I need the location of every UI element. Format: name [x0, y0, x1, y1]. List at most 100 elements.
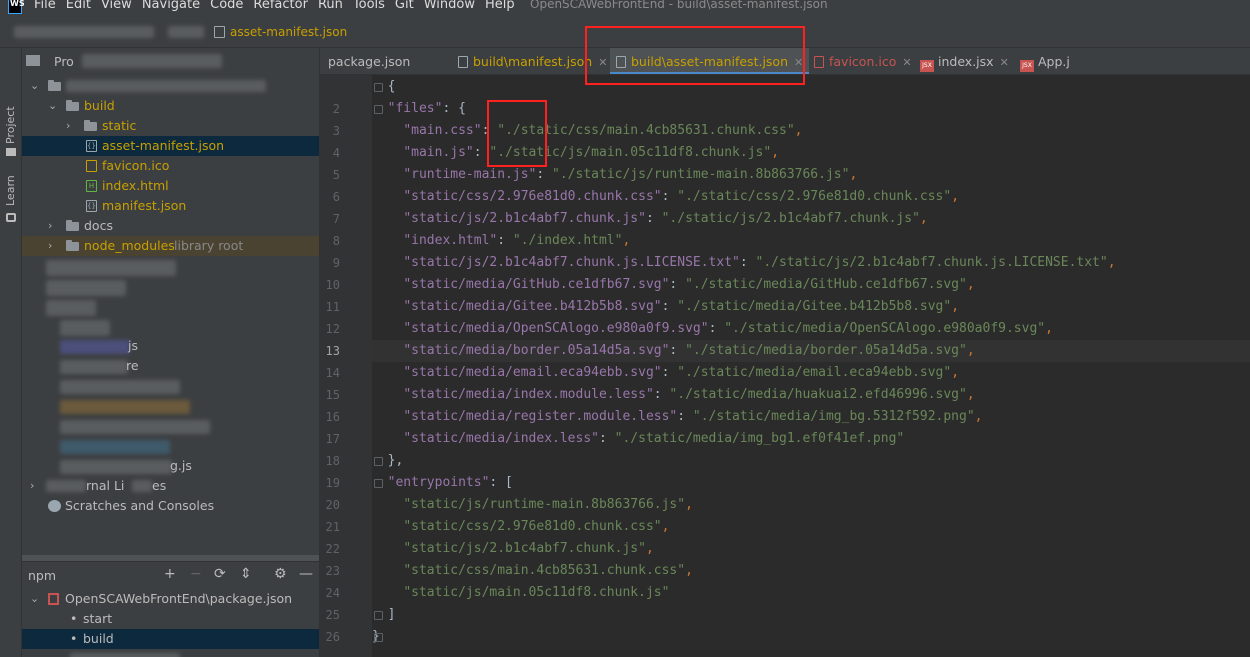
breadcrumb-current-file[interactable]: asset-manifest.json — [230, 25, 347, 39]
tree-row-asset-manifest[interactable]: {} asset-manifest.json — [22, 136, 319, 156]
code-line: "index.html": "./index.html", — [372, 230, 1250, 252]
blurred-tree-item — [46, 480, 86, 492]
menu-navigate[interactable]: Navigate — [142, 0, 200, 12]
project-tool-label: Project — [4, 106, 17, 144]
json-colon: : — [653, 387, 670, 402]
menu-window[interactable]: Window — [424, 0, 475, 12]
blurred-breadcrumb — [168, 26, 204, 38]
npm-panel-title: npm — [28, 568, 57, 583]
library-root-label: library root — [174, 238, 244, 253]
tree-row-scratches[interactable]: Scratches and Consoles — [22, 496, 319, 516]
project-tool-tab[interactable]: Project — [2, 96, 20, 148]
bullet-icon: • — [70, 631, 78, 646]
blurred-tree-item — [60, 360, 128, 374]
tab-app-jsx[interactable]: JSX App.j — [1020, 48, 1070, 74]
tree-label: rnal Li — [86, 478, 125, 493]
menu-tools[interactable]: Tools — [353, 0, 385, 12]
menu-edit[interactable]: Edit — [66, 0, 91, 12]
hide-icon[interactable]: — — [299, 566, 313, 582]
add-icon[interactable]: + — [164, 566, 176, 582]
close-icon[interactable]: ✕ — [1000, 56, 1009, 69]
chevron-right-icon: › — [66, 119, 71, 132]
json-comma: , — [951, 365, 960, 380]
json-value: "./static/media/email.eca94ebb.svg" — [677, 365, 952, 380]
close-icon[interactable]: ✕ — [902, 56, 911, 69]
fold-marker-icon — [374, 457, 383, 466]
tree-row-node-modules[interactable]: › node_modules library root — [22, 236, 319, 256]
json-key: "entrypoints" — [387, 475, 490, 490]
project-view-icon — [26, 55, 40, 66]
code-line: "static/js/main.05c11df8.chunk.js" — [372, 582, 1250, 604]
tree-row-manifest[interactable]: {} manifest.json — [22, 196, 319, 216]
menu-help[interactable]: Help — [485, 0, 515, 12]
npm-icon — [48, 593, 59, 605]
json-value: "static/css/main.4cb85631.chunk.css" — [403, 563, 686, 578]
menu-run[interactable]: Run — [318, 0, 343, 12]
annotation-box-paths — [487, 100, 547, 167]
tab-label: index.jsx — [938, 54, 994, 69]
menu-code[interactable]: Code — [210, 0, 243, 12]
gear-icon[interactable]: ⚙ — [274, 566, 287, 582]
tree-row-root[interactable]: ⌄ — [22, 76, 319, 96]
tab-favicon[interactable]: favicon.ico ✕ — [814, 48, 912, 74]
line-number: 12 — [325, 322, 340, 336]
menu-file[interactable]: File — [34, 0, 56, 12]
json-value: "static/js/2.b1c4abf7.chunk.js" — [403, 541, 646, 556]
remove-icon[interactable]: − — [190, 566, 202, 582]
code-line: "static/media/email.eca94ebb.svg": "./st… — [372, 362, 1250, 384]
tab-index-jsx[interactable]: JSX index.jsx ✕ — [920, 48, 1009, 74]
menu-refactor[interactable]: Refactor — [253, 0, 308, 12]
menu-git[interactable]: Git — [395, 0, 414, 12]
code-line: "static/media/register.module.less": "./… — [372, 406, 1250, 428]
line-number: 9 — [332, 256, 340, 270]
collapse-all-icon[interactable]: ⇕ — [240, 566, 252, 582]
json-key: "static/media/register.module.less" — [403, 409, 678, 424]
jsx-file-icon: JSX — [1020, 60, 1034, 72]
learn-tool-tab[interactable]: Learn — [2, 166, 20, 206]
code-line: "static/css/main.4cb85631.chunk.css", — [372, 560, 1250, 582]
tab-package-json[interactable]: package.json — [328, 48, 410, 74]
tree-label: asset-manifest.json — [102, 138, 225, 153]
npm-script-label: build — [83, 631, 114, 646]
code-line: "static/media/border.05a14d5a.svg": "./s… — [372, 340, 1250, 362]
tree-label: build — [84, 98, 115, 113]
npm-script-start[interactable]: • start — [22, 609, 319, 629]
tree-row-index-html[interactable]: H index.html — [22, 176, 319, 196]
tree-label: static — [102, 118, 137, 133]
code-line: "static/media/OpenSCAlogo.e980a0f9.svg":… — [372, 318, 1250, 340]
npm-script-build[interactable]: • build — [22, 629, 319, 649]
tree-row-external-libraries[interactable]: › rnal Li es — [22, 476, 319, 496]
code-line: }, — [372, 450, 1250, 472]
json-value: "static/js/main.05c11df8.chunk.js" — [403, 585, 670, 600]
tree-label: manifest.json — [102, 198, 187, 213]
json-comma: , — [1107, 255, 1116, 270]
refresh-icon[interactable]: ⟳ — [214, 566, 226, 582]
tree-row-static[interactable]: › static — [22, 116, 319, 136]
json-colon: : — [536, 167, 553, 182]
line-number: 5 — [332, 168, 340, 182]
json-colon: : — [497, 233, 513, 248]
tree-row-favicon[interactable]: favicon.ico — [22, 156, 319, 176]
json-colon: : — [708, 321, 725, 336]
tree-row-docs[interactable]: › docs — [22, 216, 319, 236]
chevron-down-icon: ⌄ — [30, 592, 40, 605]
npm-package-label: OpenSCAWebFrontEnd\package.json — [65, 591, 293, 606]
code-line: "entrypoints": [ — [372, 472, 1250, 494]
tree-row-build[interactable]: ⌄ build — [22, 96, 319, 116]
json-value: "./static/media/img_bg1.ef0f41ef.png" — [614, 431, 905, 446]
blurred-tree-item — [46, 260, 176, 276]
menu-view[interactable]: View — [101, 0, 132, 12]
line-number: 7 — [332, 212, 340, 226]
project-view-title[interactable]: Pro — [54, 54, 74, 69]
json-comma: , — [919, 211, 928, 226]
json-colon: : — [669, 343, 686, 358]
npm-package-row[interactable]: ⌄ OpenSCAWebFrontEnd\package.json — [22, 589, 319, 609]
